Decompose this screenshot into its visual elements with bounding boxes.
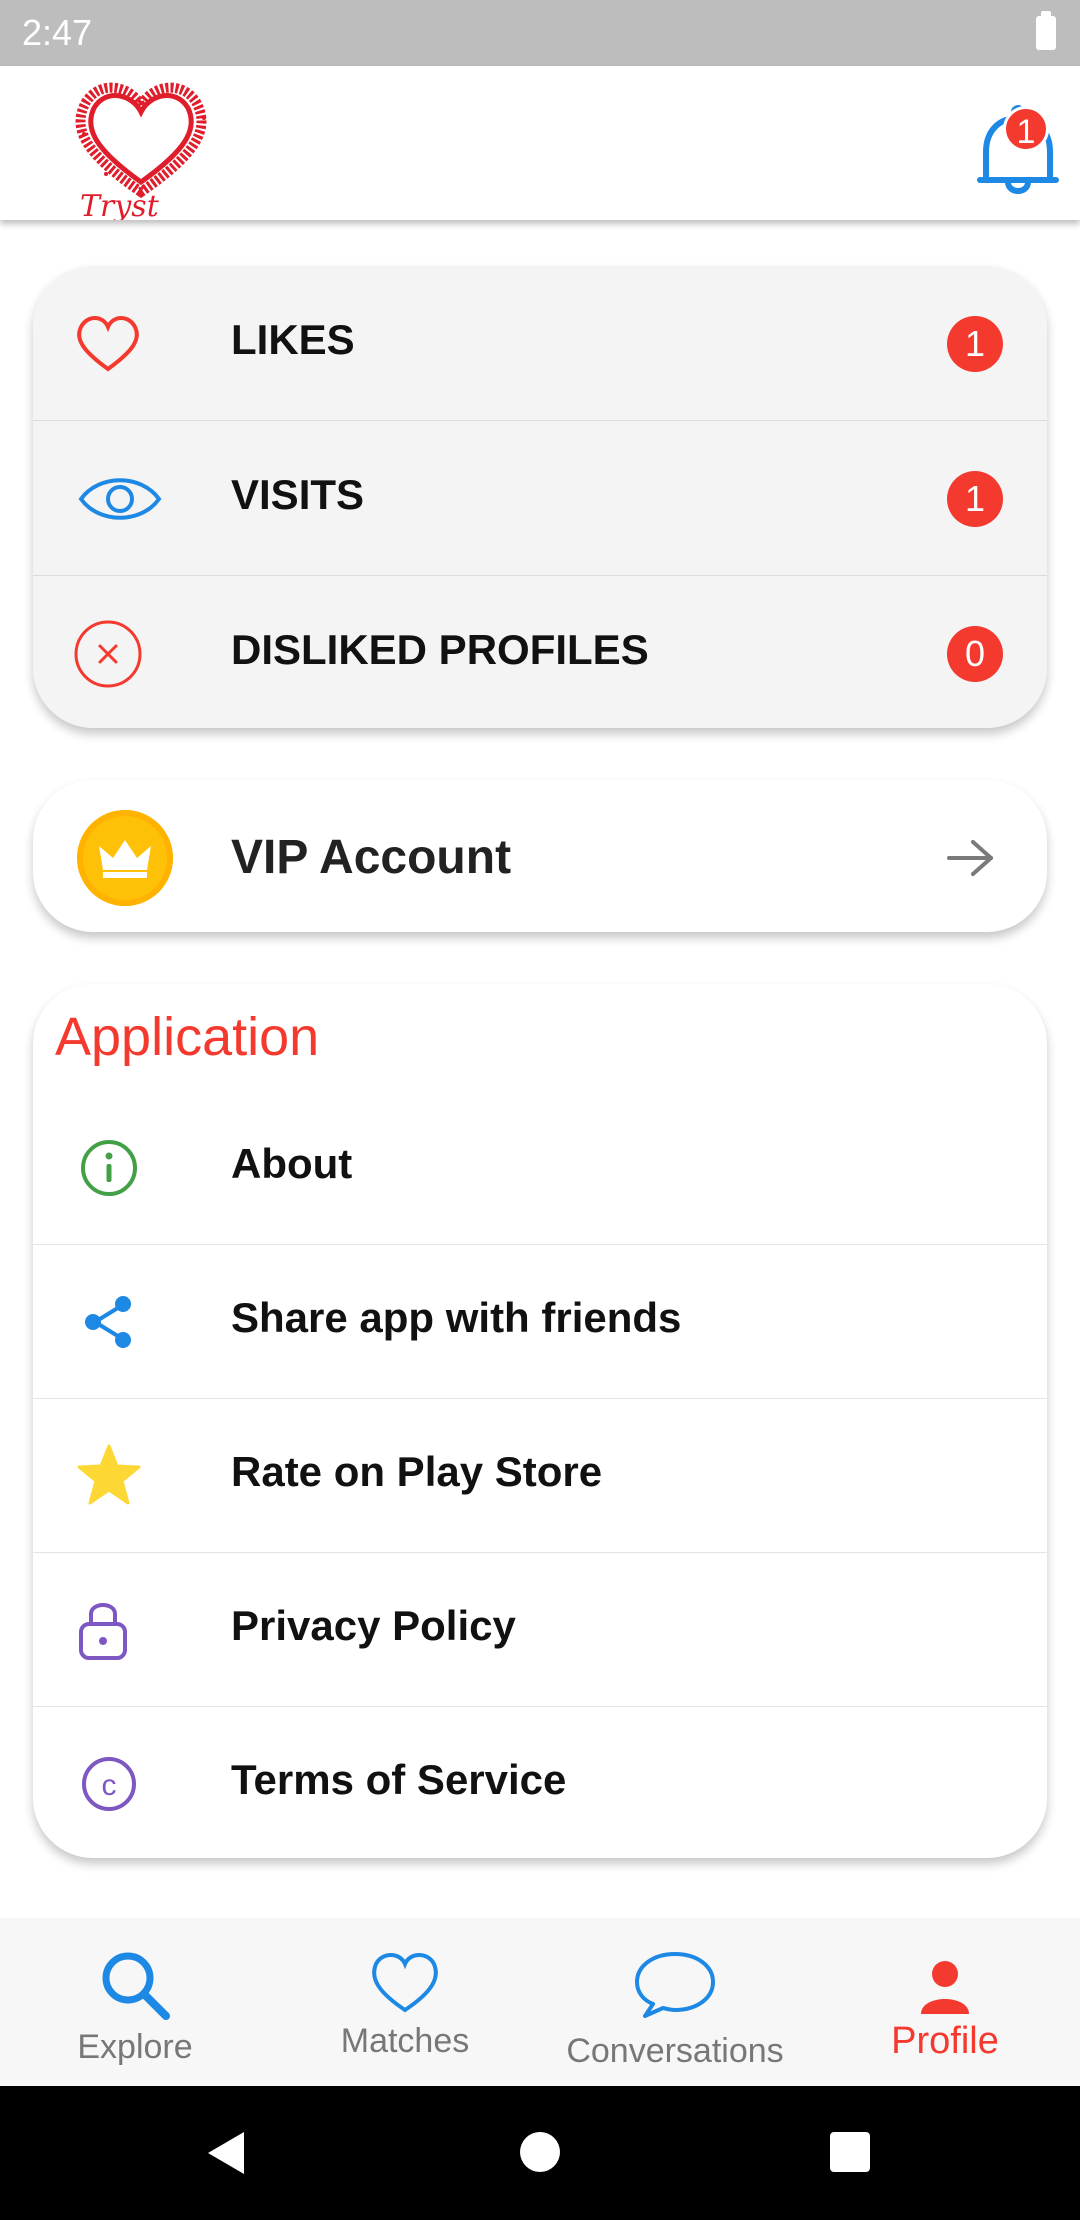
notification-badge: 1	[1003, 106, 1049, 152]
nav-conversations[interactable]: Conversations	[560, 1918, 790, 2086]
svg-text:c: c	[102, 1769, 117, 1802]
person-icon	[921, 1961, 969, 2014]
visits-count-badge: 1	[947, 471, 1003, 527]
bottom-navigation: Explore Matches Conversations Profile	[0, 1918, 1080, 2086]
nav-matches-label: Matches	[340, 2022, 470, 2060]
lock-icon	[79, 1603, 127, 1660]
nav-explore-label: Explore	[77, 2028, 193, 2066]
vip-account-label: VIP Account	[231, 831, 512, 884]
logo-text: Tryst	[80, 189, 160, 220]
heart-outline-icon	[77, 316, 139, 372]
back-icon[interactable]	[204, 2130, 250, 2176]
application-card: Application About Share app with friends…	[33, 984, 1047, 1858]
arrow-right-icon	[947, 840, 993, 876]
menu-item-about[interactable]: About	[33, 1090, 1047, 1245]
visits-label: VISITS	[231, 471, 365, 518]
share-label: Share app with friends	[231, 1294, 682, 1341]
tryst-logo[interactable]: Tryst	[66, 74, 216, 220]
heart-icon	[372, 1953, 438, 2013]
home-icon[interactable]	[520, 2132, 560, 2172]
app-bar: Tryst	[0, 66, 1080, 220]
privacy-label: Privacy Policy	[231, 1602, 516, 1649]
disliked-count-badge: 0	[947, 626, 1003, 682]
battery-icon	[1036, 11, 1056, 50]
star-icon	[77, 1444, 141, 1505]
likes-label: LIKES	[231, 316, 355, 363]
rate-label: Rate on Play Store	[231, 1448, 603, 1495]
status-bar: 2:47	[0, 0, 1080, 66]
section-title-application: Application	[55, 1007, 320, 1067]
vip-account-card[interactable]: VIP Account	[33, 780, 1047, 932]
nav-matches[interactable]: Matches	[310, 1918, 500, 2086]
copyright-icon: c	[82, 1757, 136, 1811]
crown-icon	[77, 810, 173, 906]
stats-row-disliked[interactable]: DISLIKED PROFILES 0	[33, 576, 1047, 728]
search-icon	[102, 1952, 170, 2020]
nav-explore[interactable]: Explore	[40, 1918, 230, 2086]
stats-row-visits[interactable]: VISITS 1	[33, 421, 1047, 576]
nav-profile-label: Profile	[891, 2020, 999, 2062]
menu-item-rate[interactable]: Rate on Play Store	[33, 1398, 1047, 1553]
eye-icon	[78, 478, 162, 520]
nav-profile[interactable]: Profile	[850, 1918, 1040, 2086]
stats-row-likes[interactable]: LIKES 1	[33, 266, 1047, 421]
nav-conversations-label: Conversations	[566, 2032, 784, 2070]
system-navigation-bar	[0, 2086, 1080, 2220]
info-icon	[81, 1140, 137, 1196]
x-circle-icon	[74, 620, 142, 688]
stats-card: LIKES 1 VISITS 1 DISLIKED PROFILES 0	[33, 266, 1047, 728]
menu-item-terms[interactable]: c Terms of Service	[33, 1706, 1047, 1858]
status-time: 2:47	[22, 12, 93, 53]
menu-item-share[interactable]: Share app with friends	[33, 1244, 1047, 1399]
chat-icon	[635, 1952, 715, 2018]
menu-item-privacy[interactable]: Privacy Policy	[33, 1552, 1047, 1707]
likes-count-badge: 1	[947, 316, 1003, 372]
recent-apps-icon[interactable]	[830, 2132, 870, 2172]
about-label: About	[231, 1140, 353, 1187]
share-icon	[85, 1296, 131, 1348]
disliked-label: DISLIKED PROFILES	[231, 626, 649, 673]
terms-label: Terms of Service	[231, 1756, 567, 1803]
